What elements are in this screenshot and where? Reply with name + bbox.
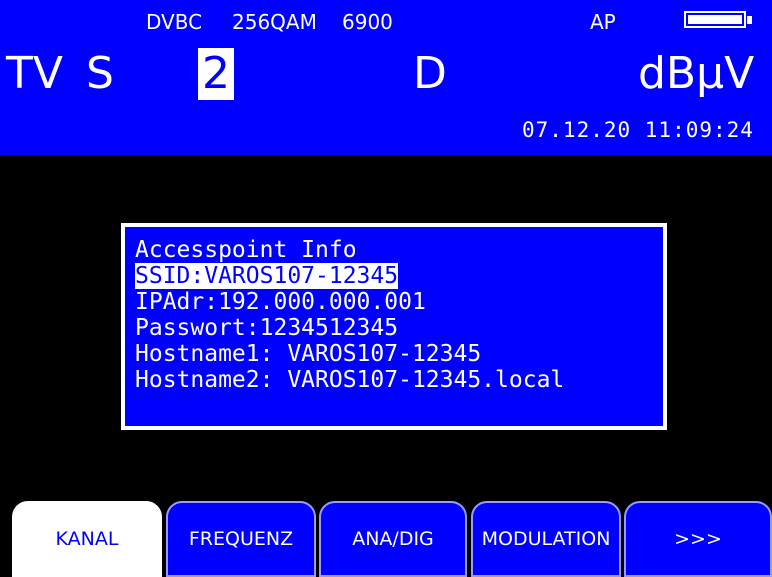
ssid-line[interactable]: SSID:VAROS107-12345	[135, 263, 399, 289]
status-header: DVBC 256QAM 6900 AP TV S 2 D dBμV 07.12.…	[0, 0, 772, 155]
softkey-modulation[interactable]: MODULATION	[471, 501, 621, 577]
channel-value[interactable]: 2	[198, 48, 234, 100]
battery-icon	[684, 11, 752, 28]
symbol-rate-label: 6900	[342, 10, 393, 34]
unit-label: dBμV	[638, 48, 755, 99]
hostname1-line: Hostname1: VAROS107-12345	[135, 341, 482, 367]
digital-mode-label: D	[413, 48, 447, 99]
system-label: S	[86, 48, 114, 99]
softkey-bar: KANAL FREQUENZ ANA/DIG MODULATION >>>	[0, 501, 772, 577]
mode-label: AP	[590, 10, 616, 34]
softkey-more[interactable]: >>>	[624, 501, 772, 577]
standard-label: DVBC	[146, 10, 203, 34]
softkey-frequenz[interactable]: FREQUENZ	[166, 501, 316, 577]
datetime: 07.12.20 11:09:24	[522, 118, 754, 142]
ip-line: IPAdr:192.000.000.001	[135, 289, 426, 315]
dialog-title: Accesspoint Info	[135, 237, 357, 263]
hostname2-line: Hostname2: VAROS107-12345.local	[135, 367, 565, 393]
softkey-ana-dig[interactable]: ANA/DIG	[319, 501, 467, 577]
modulation-label: 256QAM	[232, 10, 317, 34]
softkey-kanal[interactable]: KANAL	[12, 501, 162, 577]
accesspoint-info-dialog: Accesspoint Info SSID:VAROS107-12345 IPA…	[121, 223, 667, 430]
password-line: Passwort:1234512345	[135, 315, 399, 341]
band-label: TV	[6, 48, 63, 99]
